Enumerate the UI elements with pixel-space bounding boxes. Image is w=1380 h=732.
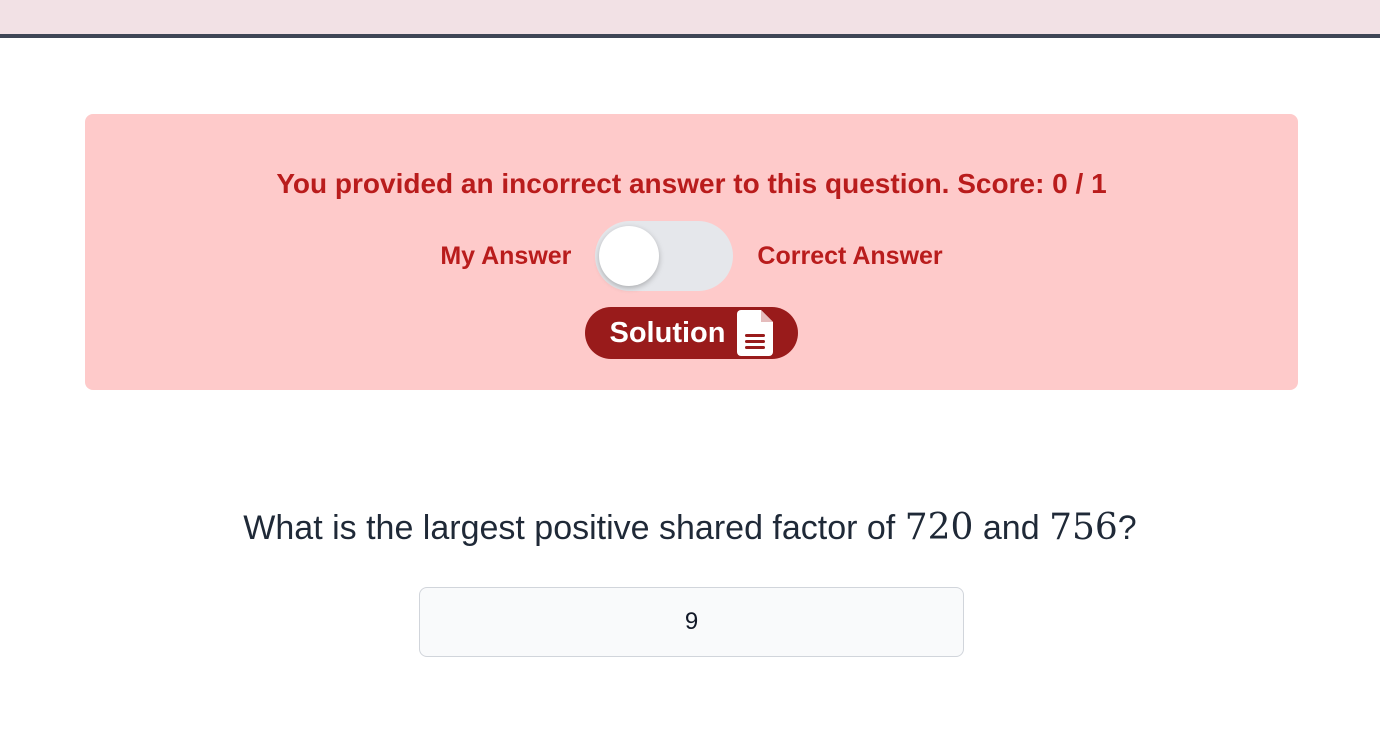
feedback-panel: You provided an incorrect answer to this…	[85, 114, 1298, 390]
feedback-message: You provided an incorrect answer to this…	[276, 168, 1107, 199]
question-text-after: ?	[1117, 509, 1137, 547]
question-number-1: 720	[904, 507, 974, 548]
top-bar-border	[0, 34, 1380, 38]
question-text: What is the largest positive shared fact…	[0, 506, 1380, 550]
toggle-label-correct-answer: Correct Answer	[757, 241, 943, 270]
answer-input[interactable]	[419, 587, 964, 657]
answer-toggle-switch[interactable]	[595, 221, 734, 291]
question-number-2: 756	[1049, 507, 1118, 548]
toggle-knob	[599, 226, 660, 286]
question-text-middle: and	[973, 509, 1050, 547]
question-text-before: What is the largest positive shared fact…	[243, 509, 905, 547]
top-bar	[0, 0, 1380, 34]
solution-button[interactable]: Solution	[585, 307, 798, 359]
document-icon	[737, 310, 774, 356]
answer-toggle-row: My Answer Correct Answer	[85, 220, 1298, 292]
toggle-label-my-answer: My Answer	[440, 241, 572, 270]
solution-button-label: Solution	[609, 316, 726, 349]
